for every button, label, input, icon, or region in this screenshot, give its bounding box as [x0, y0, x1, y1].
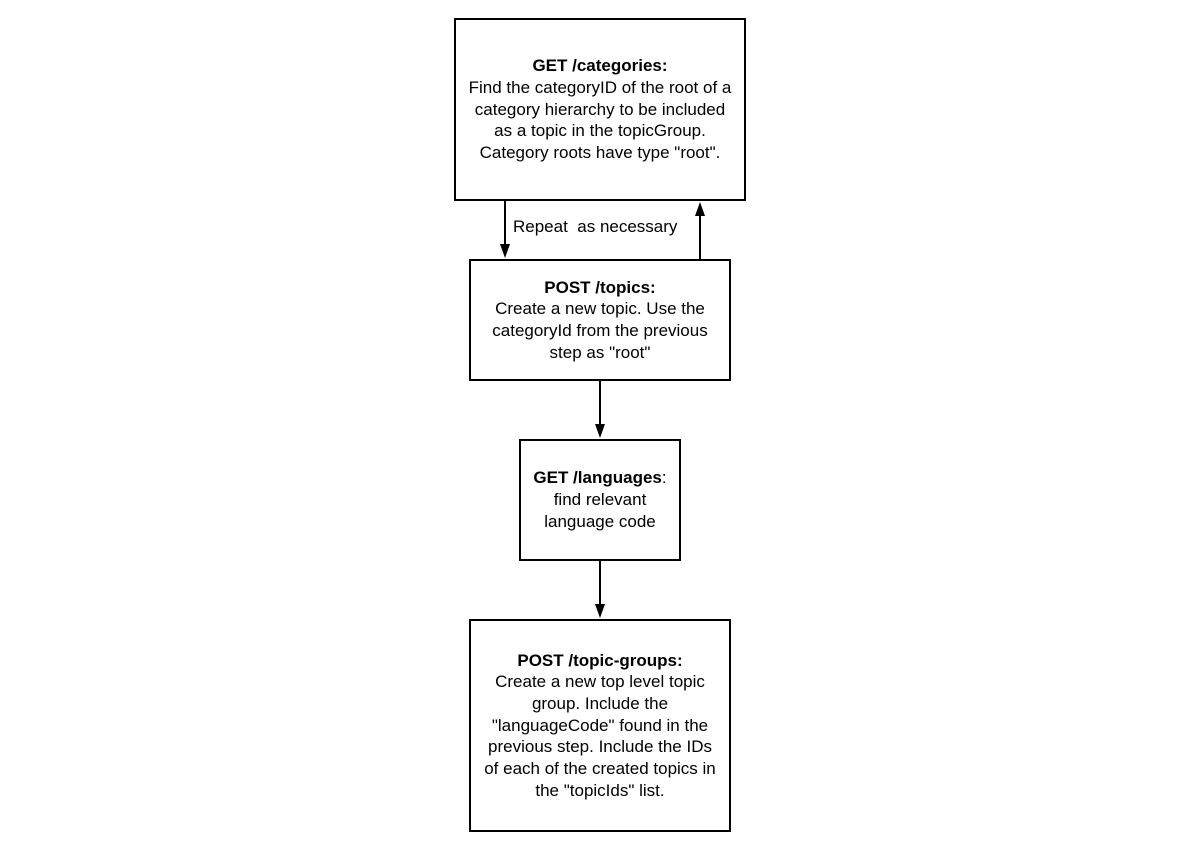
node-get-languages: GET /languages: find relevant language c… — [519, 439, 681, 561]
node-text-line: as a topic in the topicGroup. — [494, 121, 706, 141]
node-text-line: Create a new top level topic — [495, 672, 705, 692]
node-title: POST /topic-groups: — [517, 650, 683, 670]
node-get-categories: GET /categories: Find the categoryID of … — [454, 18, 746, 201]
node-text-line: "languageCode" found in the — [491, 715, 709, 735]
node-text-line: category hierarchy to be included — [474, 99, 726, 119]
arrow-topics-to-languages-head — [595, 424, 605, 438]
node-title: POST /topics: — [544, 277, 656, 297]
node-title-wrap: GET /languages: — [533, 467, 666, 489]
node-text-line: Find the categoryID of the root of a — [468, 77, 732, 97]
node-text-line: previous step. Include the IDs — [488, 737, 712, 757]
node-post-topic-groups: POST /topic-groups: Create a new top lev… — [469, 619, 731, 832]
node-title-suffix: : — [661, 468, 667, 488]
node-post-topics: POST /topics: Create a new topic. Use th… — [469, 259, 731, 381]
node-text-line: the "topicIds" list. — [535, 780, 665, 800]
node-text-line: find relevant — [553, 490, 647, 510]
node-text-line: step as "root" — [549, 342, 651, 362]
node-title: GET /languages — [533, 468, 662, 488]
node-text-line: categoryId from the previous — [492, 321, 708, 340]
node-text-line: of each of the created topics in — [484, 759, 716, 779]
arrow-languages-to-topic-groups-head — [595, 604, 605, 618]
node-text-line: Create a new topic. Use the — [495, 299, 705, 319]
node-title: GET /categories: — [532, 56, 668, 76]
node-text-line: group. Include the — [531, 693, 669, 713]
node-text-line: language code — [544, 511, 656, 531]
arrow-topics-to-categories-head — [695, 202, 705, 216]
loop-label: Repeat as necessary — [513, 217, 678, 236]
node-text-line: Category roots have type "root". — [479, 143, 721, 163]
arrow-categories-to-topics-head — [500, 244, 510, 258]
